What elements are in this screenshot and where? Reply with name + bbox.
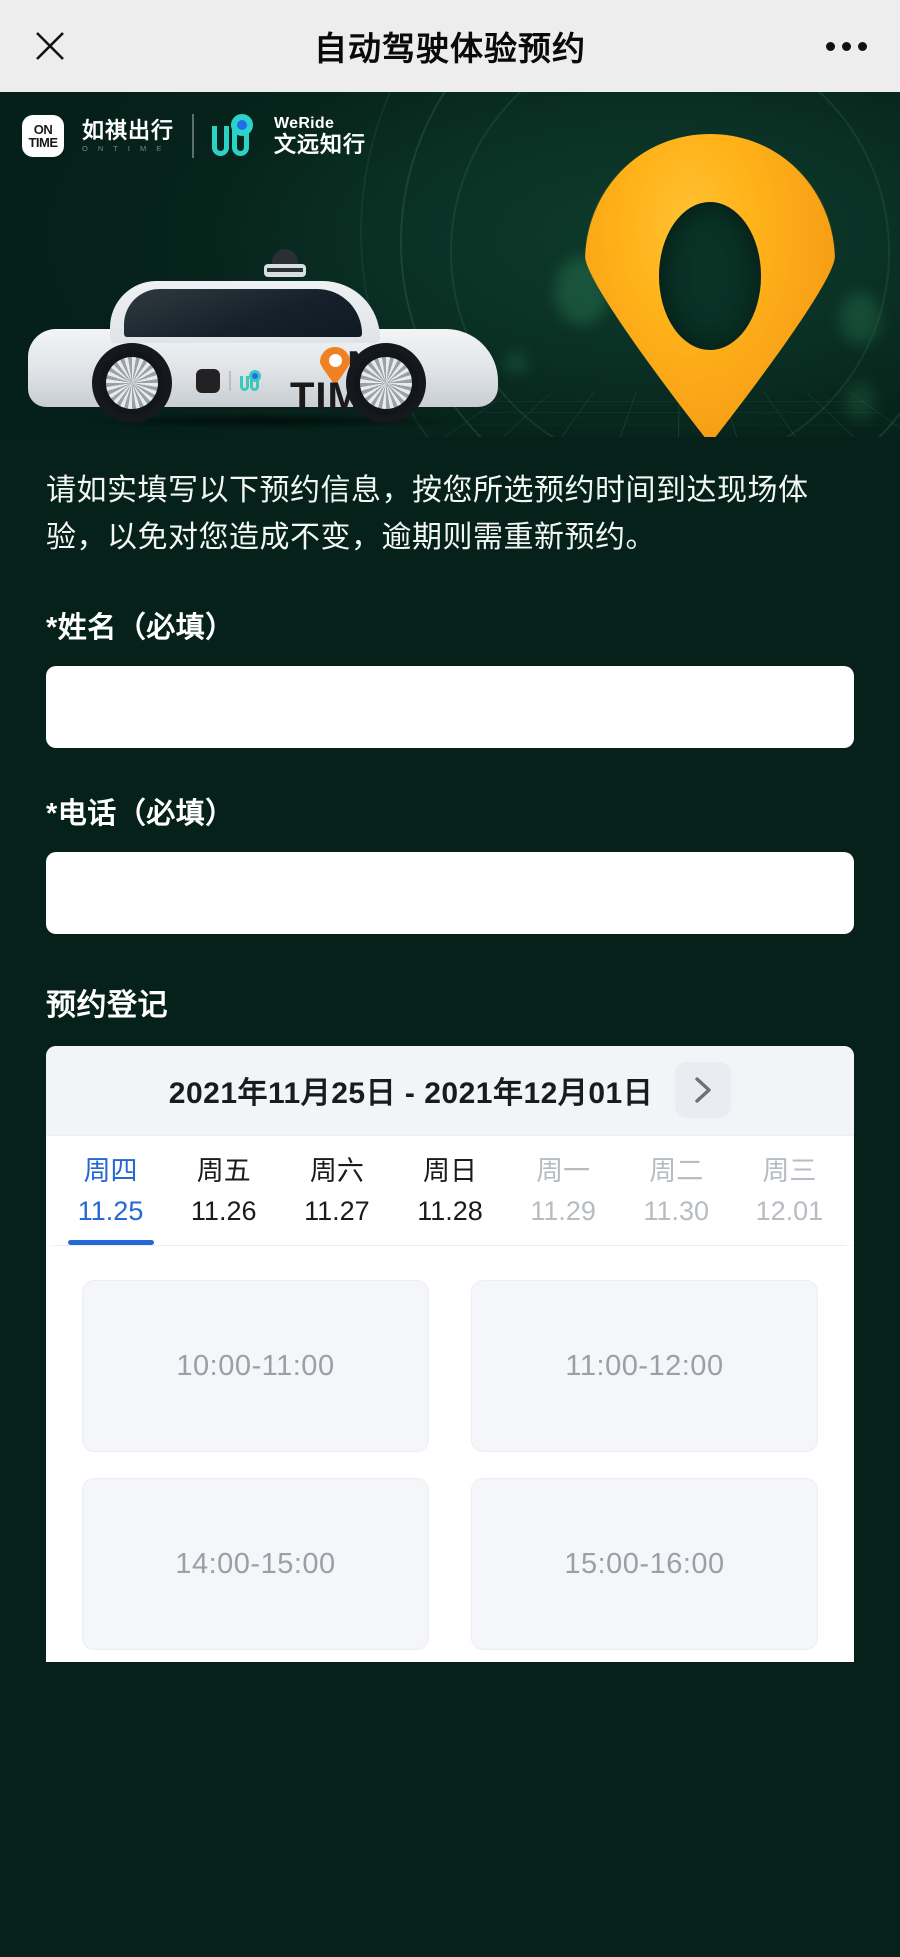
decorative-blob (505, 352, 527, 374)
date-label: 11.26 (190, 1195, 257, 1226)
weride-door-logo-icon (239, 370, 262, 391)
close-icon[interactable] (26, 22, 74, 70)
weride-brand-name: WeRide 文远知行 (274, 115, 366, 158)
lidar-base (264, 264, 306, 277)
weride-stroke-left (212, 126, 230, 156)
dot (825, 41, 835, 51)
weekday-label: 周三 (762, 1155, 817, 1186)
autonomous-car-image: N TIME (28, 249, 498, 429)
date-tab-1129[interactable]: 周一 11.29 (507, 1152, 620, 1246)
date-picker-card: 2021年11月25日 - 2021年12月01日 周四 11.25 周五 11… (46, 1045, 854, 1663)
booking-page: 自动驾驶体验预约 ON TIME 如祺出行 O N T I M E WeRide… (0, 0, 900, 1957)
ontime-name-en: O N T I M E (82, 144, 166, 154)
date-label: 11.25 (77, 1195, 144, 1226)
chevron-right-icon[interactable] (675, 1062, 732, 1119)
weride-stroke-left (239, 376, 249, 391)
booking-section-title: 预约登记 (46, 988, 168, 1022)
door-logo-divider (229, 371, 231, 391)
date-label: 11.29 (530, 1195, 596, 1226)
weride-dot (248, 370, 261, 382)
intro-text: 请如实填写以下预约信息，按您所选预约时间到达现场体验，以免对您造成不变，逾期则需… (46, 474, 809, 555)
date-label: 11.30 (643, 1195, 710, 1226)
decorative-blob (845, 382, 875, 420)
date-tab-1201[interactable]: 周三 12.01 (733, 1152, 846, 1246)
time-slot-grid: 10:00-11:00 11:00-12:00 14:00-15:00 15:0… (46, 1246, 854, 1663)
main-content: 请如实填写以下预约信息，按您所选预约时间到达现场体验，以免对您造成不变，逾期则需… (0, 467, 900, 1663)
time-slot-option[interactable]: 15:00-16:00 (471, 1478, 818, 1651)
map-pin-icon (585, 134, 835, 437)
ontime-logo-bottom: TIME (28, 135, 58, 150)
name-field-label: *姓名（必填） (46, 611, 235, 644)
decorative-blob (840, 292, 880, 344)
lidar-sensor-icon (264, 249, 306, 283)
phone-field-label: *电话（必填） (46, 797, 235, 830)
date-tab-1127[interactable]: 周六 11.27 (280, 1152, 393, 1246)
phone-input[interactable] (46, 851, 854, 934)
time-slot-option[interactable]: 10:00-11:00 (82, 1280, 429, 1453)
dot (857, 41, 867, 51)
ontime-logo-icon: ON TIME (22, 115, 64, 157)
ontime-door-logo-icon (196, 369, 220, 393)
date-range-label: 2021年11月25日 - 2021年12月01日 (168, 1077, 654, 1111)
logo-divider (192, 114, 195, 158)
navigation-bar: 自动驾驶体验预约 (0, 0, 900, 92)
car-wheel (92, 343, 172, 423)
lidar-dome (272, 249, 298, 265)
date-label: 12.01 (755, 1195, 824, 1226)
date-tab-1126[interactable]: 周五 11.26 (167, 1152, 280, 1246)
car-door-logos (196, 369, 262, 393)
weekday-label: 周一 (536, 1155, 591, 1186)
weekday-label: 周二 (649, 1155, 704, 1186)
weride-dot (231, 114, 254, 136)
weekday-selector: 周四 11.25 周五 11.26 周六 11.27 周日 11.28 周一 1… (46, 1135, 854, 1246)
more-options-icon[interactable] (818, 22, 874, 70)
ontime-name-cn: 如祺出行 (82, 117, 175, 143)
weekday-label: 周六 (309, 1155, 364, 1186)
ontime-brand-name: 如祺出行 O N T I M E (82, 119, 174, 153)
name-input[interactable] (46, 665, 854, 748)
brand-logos: ON TIME 如祺出行 O N T I M E WeRide 文远知行 (22, 114, 366, 158)
time-slot-option[interactable]: 11:00-12:00 (471, 1280, 818, 1453)
date-range-header: 2021年11月25日 - 2021年12月01日 (46, 1045, 854, 1136)
date-label: 11.28 (417, 1195, 483, 1226)
weride-name-en: WeRide (274, 114, 335, 132)
page-title: 自动驾驶体验预约 (314, 30, 586, 67)
car-window (124, 289, 362, 337)
weekday-label: 周日 (422, 1155, 477, 1186)
weride-logo-icon (212, 114, 256, 156)
time-slot-option[interactable]: 14:00-15:00 (82, 1478, 429, 1651)
date-tab-1128[interactable]: 周日 11.28 (393, 1152, 506, 1246)
map-pin-hole (659, 202, 761, 350)
weekday-label: 周五 (196, 1155, 251, 1186)
date-tab-1125[interactable]: 周四 11.25 (54, 1152, 167, 1246)
hero-banner: ON TIME 如祺出行 O N T I M E WeRide 文远知行 TIM… (0, 92, 900, 437)
date-tab-1130[interactable]: 周二 11.30 (620, 1152, 733, 1246)
car-wheel (346, 343, 426, 423)
weride-name-cn: 文远知行 (274, 132, 367, 158)
date-label: 11.27 (304, 1195, 370, 1226)
dot (841, 41, 851, 51)
weekday-label: 周四 (83, 1155, 138, 1186)
